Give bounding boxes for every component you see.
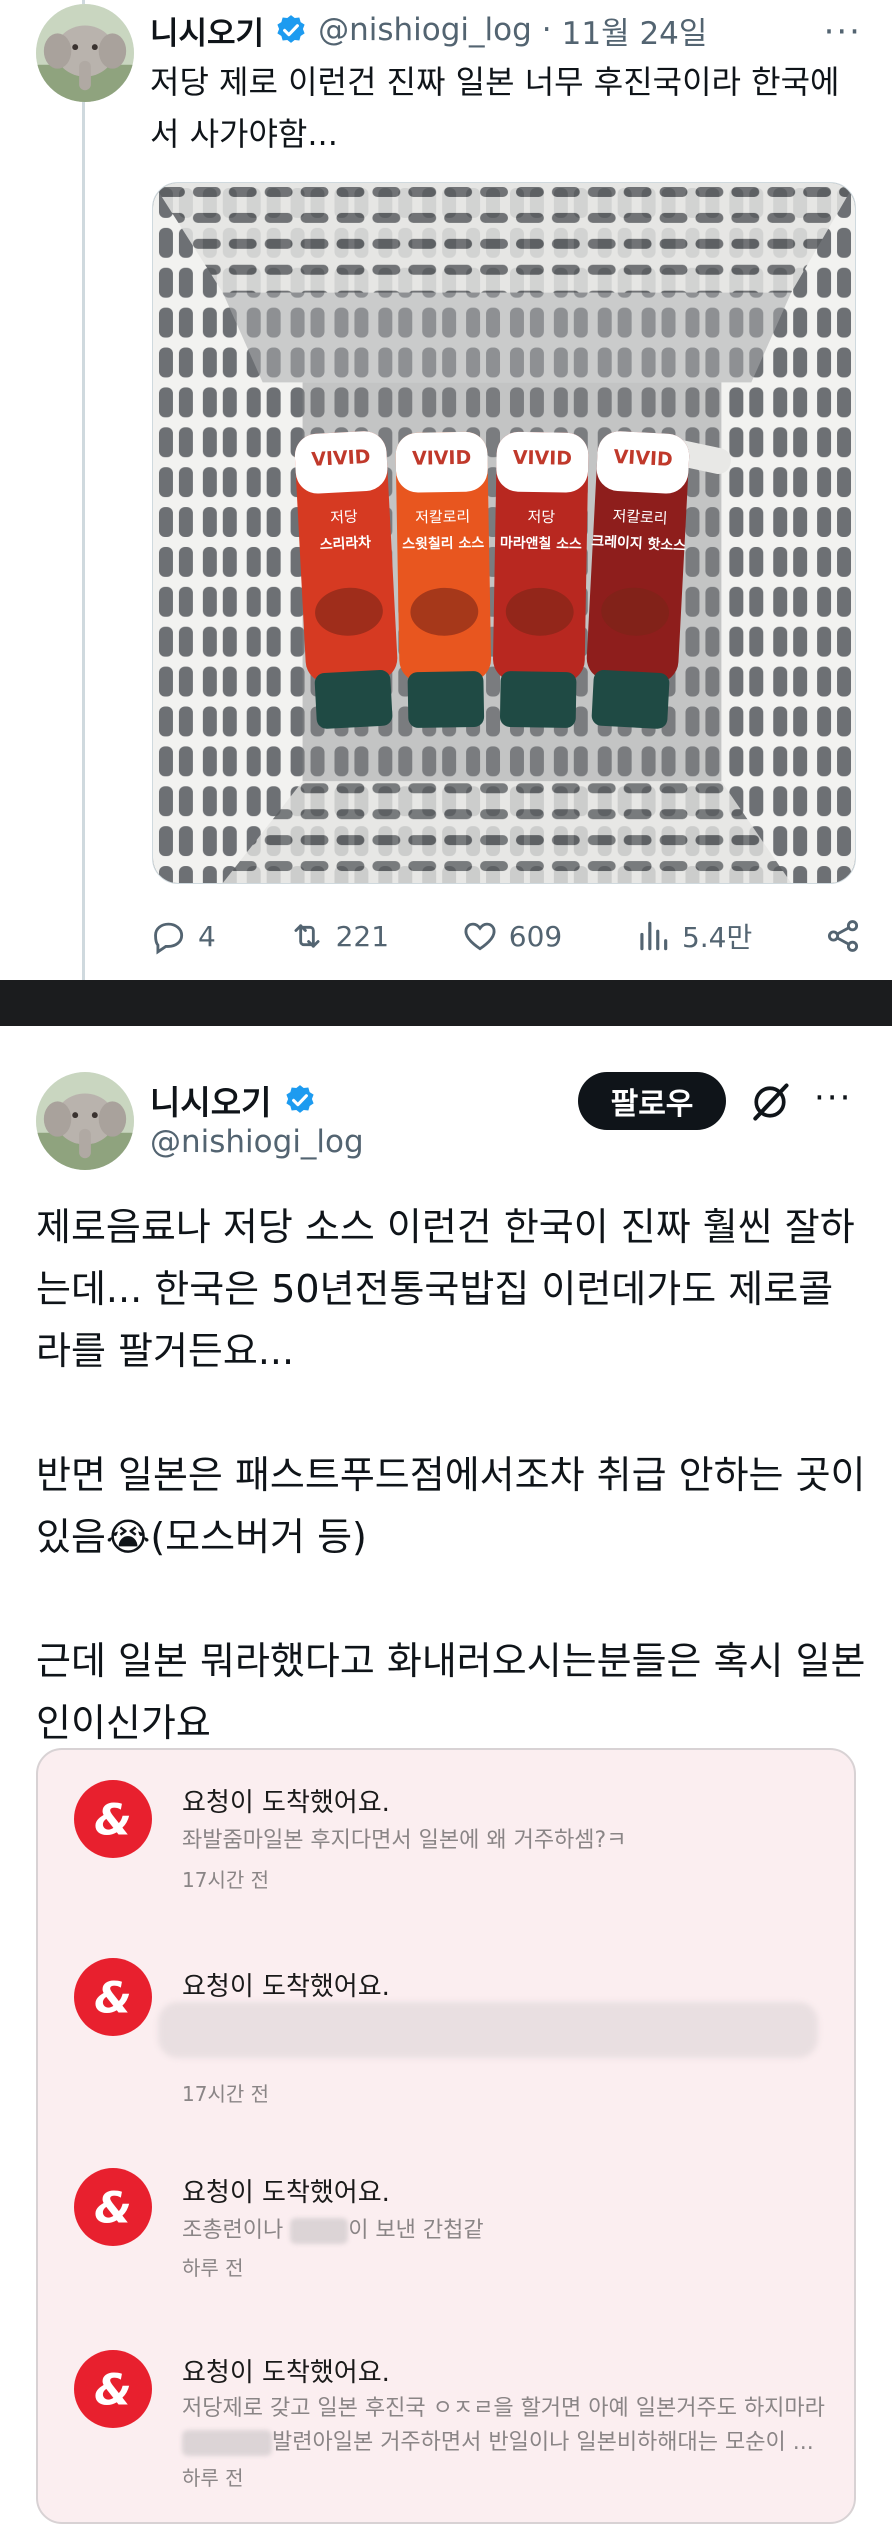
reply-button[interactable]: 4 [150,917,216,955]
meta-separator: · [541,12,552,48]
verified-badge-icon [286,1085,315,1113]
notification-title: 요청이 도착했어요. [182,1972,390,2002]
tweet-paragraph: 제로음료나 저당 소스 이런건 한국이 진짜 훨씬 잘하는데... 한국은 50… [36,1205,855,1373]
thread-connector-line [82,0,85,980]
author-name[interactable]: 니시오기 [150,8,264,53]
tweet-date[interactable]: 11월 24일 [562,8,708,53]
notification-screenshot-card[interactable]: & 요청이 도착했어요. 좌발줌마일본 후지다면서 일본에 왜 거주하셈?ㅋ 1… [36,1748,856,2524]
app-logo-icon: & [74,1780,152,1858]
blurred-message [158,2002,818,2058]
notification-message: 조총련이나 이 보낸 간첩같 [182,2212,484,2244]
notification-time: 하루 전 [182,2256,244,2280]
bottle-label-top: 저당 [527,508,555,526]
app-logo-icon: & [74,1958,152,2036]
tweet-actions-bar: 4 221 609 5.4만 [150,908,862,964]
notification-time: 17시간 전 [182,2082,270,2106]
retweet-button[interactable]: 221 [288,917,389,955]
message-suffix: 이 보낸 간첩같 [348,2218,484,2243]
svg-text:&: & [94,1796,131,1846]
svg-text:&: & [94,2366,131,2416]
bottle-brand-label: VIVID [311,446,371,471]
message-suffix: 발련아일본 거주하면서 반일이나 일본비하해대는 모순이 ... [272,2430,814,2455]
tweet-text: 제로음료나 저당 소스 이런건 한국이 진짜 훨씬 잘하는데... 한국은 50… [36,1196,866,1754]
author-name-row: 니시오기 [150,1076,317,1124]
heart-icon [464,922,496,951]
bottle-label-main: 스리라차 [319,535,371,554]
retweet-icon [294,924,320,948]
grok-icon[interactable] [748,1080,792,1124]
reply-count: 4 [198,919,216,953]
share-button[interactable] [824,917,862,955]
author-handle[interactable]: @nishiogi_log [150,1124,364,1160]
shopping-basket-sauces-photo: VIVID 저당스리라차 VIVID 저칼로리스윗칠리 소스 VIVID 저당마라앤칠 소… [153,183,855,883]
author-handle[interactable]: @nishiogi_log [318,12,532,48]
app-logo-icon: & [74,2168,152,2246]
blurred-word [182,2430,272,2456]
more-options-icon[interactable]: ··· [824,12,862,52]
share-icon [827,920,859,952]
avatar[interactable] [36,1072,134,1170]
notification-message: 저당제로 갖고 일본 후진국 ㅇㅈㄹ을 할거면 아예 일본거주도 하지마라 [182,2396,825,2421]
avatar[interactable] [36,4,134,102]
tweet-paragraph: 반면 일본은 패스트푸드점에서조차 취급 안하는 곳이 있음😭(모스버거 등) [36,1453,866,1559]
sauce-bottle: VIVID 저칼로리스윗칠리 소스 [395,431,492,728]
notification-message: 좌발줌마일본 후지다면서 일본에 왜 거주하셈?ㅋ [182,1828,627,1853]
reply-icon [154,922,184,955]
notification-time: 17시간 전 [182,1868,270,1892]
more-options-icon[interactable]: ··· [814,1078,852,1118]
views-button[interactable]: 5.4만 [634,916,752,956]
bottle-label-main: 스윗칠리 소스 [402,534,484,552]
blurred-word [290,2218,349,2244]
tweet-media-photo[interactable]: VIVID 저당스리라차 VIVID 저칼로리스윗칠리 소스 VIVID 저당마라앤칠 소… [152,182,856,884]
bottle-label-top: 저당 [330,507,359,526]
notification-message-line2: 발련아일본 거주하면서 반일이나 일본비하해대는 모순이 ... [182,2424,814,2456]
bottle-label-top: 저칼로리 [415,508,470,527]
sauce-bottle: VIVID 저당마라앤칠 소스 [493,431,589,728]
verified-badge-icon [277,15,305,43]
views-chart-icon [640,921,668,951]
svg-text:&: & [94,2184,131,2234]
retweet-count: 221 [335,919,390,953]
elephant-avatar-icon [36,1072,134,1170]
like-button[interactable]: 609 [461,917,562,955]
view-count: 5.4만 [681,921,753,954]
app-logo-icon: & [74,2350,152,2428]
tweet-text: 저당 제로 이런건 진짜 일본 너무 후진국이라 한국에서 사가야함... [150,63,840,153]
follow-button[interactable]: 팔로우 [578,1072,726,1130]
like-count: 609 [508,919,563,953]
bottle-label-main: 마라앤칠 소스 [500,534,582,552]
elephant-avatar-icon [36,4,134,102]
author-name[interactable]: 니시오기 [150,1076,271,1124]
tweet-paragraph: 근데 일본 뭐라했다고 화내러오시는분들은 혹시 일본인이신가요 [36,1639,866,1745]
notification-title: 요청이 도착했어요. [182,1788,390,1818]
screenshot-divider [0,980,892,1026]
tweet-header: 니시오기 @nishiogi_log · 11월 24일 [150,4,872,56]
message-prefix: 조총련이나 [182,2218,291,2243]
notification-time: 하루 전 [182,2466,244,2490]
bottle-brand-label: VIVID [513,447,573,470]
bottle-brand-label: VIVID [412,447,472,470]
bottle-brand-label: VIVID [613,446,673,471]
svg-text:&: & [94,1974,131,2024]
notification-title: 요청이 도착했어요. [182,2358,390,2388]
bottle-label-top: 저칼로리 [612,507,668,528]
notification-title: 요청이 도착했어요. [182,2178,390,2208]
